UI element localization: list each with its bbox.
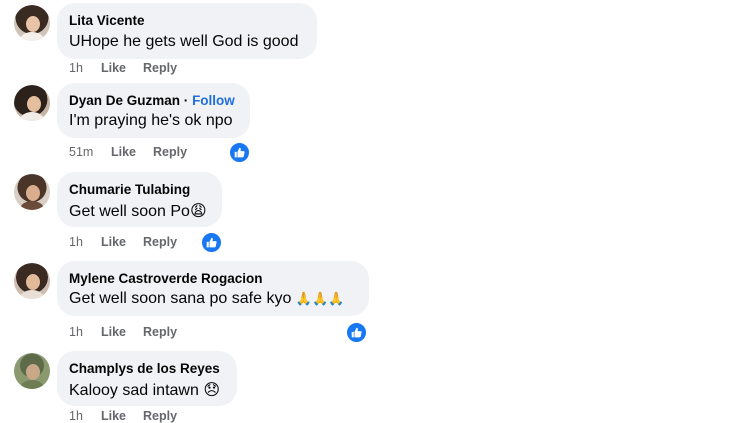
reply-button[interactable]: Reply xyxy=(143,409,177,423)
comment-text: Get well soon Po😩 xyxy=(69,201,207,221)
comment-text: Get well soon sana po safe kyo 🙏🙏🙏 xyxy=(69,290,344,308)
reaction-badge[interactable] xyxy=(200,231,223,254)
thumbs-up-icon xyxy=(206,237,217,248)
comment-text-body: Kalooy sad intawn xyxy=(69,382,199,399)
reply-button[interactable]: Reply xyxy=(143,61,177,75)
thumbs-up-icon xyxy=(351,327,362,338)
comment-time[interactable]: 1h xyxy=(69,61,83,75)
comment-author-line: Dyan De Guzman · Follow xyxy=(69,93,235,108)
comment-bubble: Champlys de los Reyes Kalooy sad intawn … xyxy=(57,351,237,406)
comment-time[interactable]: 1h xyxy=(69,235,83,249)
comment-author[interactable]: Mylene Castroverde Rogacion xyxy=(69,271,263,286)
avatar[interactable] xyxy=(14,263,50,299)
comment-text-body: Get well soon sana po safe kyo xyxy=(69,290,292,307)
comment-text: I'm praying he's ok npo xyxy=(69,112,233,129)
comment-text: UHope he gets well God is good xyxy=(69,33,299,50)
reaction-badge[interactable] xyxy=(345,321,368,344)
reply-button[interactable]: Reply xyxy=(153,145,187,159)
comment-time[interactable]: 1h xyxy=(69,325,83,339)
comment-time[interactable]: 1h xyxy=(69,409,83,423)
avatar[interactable] xyxy=(14,174,50,210)
comment-bubble: Dyan De Guzman · Follow I'm praying he's… xyxy=(57,83,250,138)
comment-bubble: Mylene Castroverde Rogacion Get well soo… xyxy=(57,261,369,316)
follow-button[interactable]: Follow xyxy=(192,93,235,108)
comment-author[interactable]: Chumarie Tulabing xyxy=(69,182,190,197)
like-button[interactable]: Like xyxy=(101,61,126,75)
comment-time[interactable]: 51m xyxy=(69,145,93,159)
like-button[interactable]: Like xyxy=(101,409,126,423)
reply-button[interactable]: Reply xyxy=(143,325,177,339)
like-button[interactable]: Like xyxy=(101,235,126,249)
comment-author[interactable]: Dyan De Guzman xyxy=(69,93,180,108)
separator-dot: · xyxy=(183,93,189,108)
comment-bubble: Chumarie Tulabing Get well soon Po😩 xyxy=(57,172,222,227)
comment-bubble: Lita Vicente UHope he gets well God is g… xyxy=(57,3,317,59)
reaction-badge[interactable] xyxy=(228,141,251,164)
comment-text: Kalooy sad intawn 😞 xyxy=(69,380,220,400)
avatar[interactable] xyxy=(14,353,50,389)
avatar[interactable] xyxy=(14,5,50,41)
like-button[interactable]: Like xyxy=(101,325,126,339)
thumbs-up-icon xyxy=(234,147,245,158)
comment-author[interactable]: Champlys de los Reyes xyxy=(69,361,220,376)
reply-button[interactable]: Reply xyxy=(143,235,177,249)
disappointed-face-icon: 😞 xyxy=(203,382,220,399)
comment-text-body: Get well soon Po xyxy=(69,203,190,220)
weary-face-icon: 😩 xyxy=(189,203,207,220)
like-button[interactable]: Like xyxy=(111,145,136,159)
comment-author[interactable]: Lita Vicente xyxy=(69,13,145,28)
folded-hands-icon: 🙏🙏🙏 xyxy=(295,291,345,306)
avatar[interactable] xyxy=(14,85,50,121)
